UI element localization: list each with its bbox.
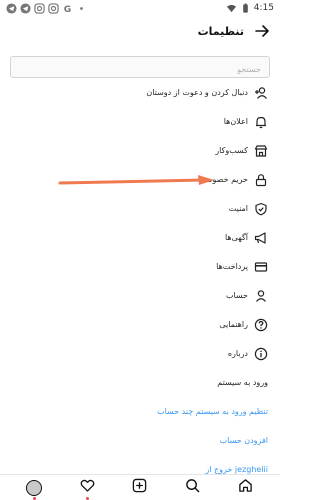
home-tab[interactable] xyxy=(235,477,257,499)
menu-item-label: راهنمایی xyxy=(219,320,248,329)
svg-text:G: G xyxy=(64,4,72,14)
header-bar: تنظیمات xyxy=(0,16,280,46)
notification-dot xyxy=(85,496,89,500)
menu-item-ads[interactable]: آگهی‌ها xyxy=(0,223,280,252)
multi-account-login-link[interactable]: تنظیم ورود به سیستم چند حساب xyxy=(0,397,280,426)
wifi-icon xyxy=(226,3,237,14)
menu-item-label: حساب xyxy=(225,291,248,300)
menu-item-business[interactable]: کسب‌وکار xyxy=(0,136,280,165)
instagram-icon xyxy=(34,2,45,14)
status-notification-icons: G xyxy=(6,2,87,14)
login-section-title: ورود به سیستم xyxy=(0,368,280,397)
search-input[interactable] xyxy=(11,59,269,80)
link-label: خروج از jezghelii xyxy=(205,465,268,474)
activity-tab[interactable] xyxy=(76,477,98,500)
home-icon xyxy=(238,478,253,497)
search-tab[interactable] xyxy=(182,477,204,499)
section-heading: ورود به سیستم xyxy=(217,378,268,387)
settings-menu: دنبال کردن و دعوت از دوستان اعلان‌ها کسب… xyxy=(0,78,280,484)
page-title: تنظیمات xyxy=(197,24,244,38)
heart-icon xyxy=(80,478,95,497)
status-bar: G 4:15 xyxy=(0,0,280,16)
avatar xyxy=(26,479,43,496)
lock-icon xyxy=(254,173,268,187)
bottom-nav xyxy=(0,474,280,500)
menu-item-label: کسب‌وکار xyxy=(215,146,248,155)
menu-item-account[interactable]: حساب xyxy=(0,281,280,310)
menu-item-label: درباره xyxy=(227,349,248,358)
card-icon xyxy=(254,260,268,274)
menu-item-label: پرداخت‌ها xyxy=(216,262,248,271)
shop-icon xyxy=(254,144,268,158)
new-post-tab[interactable] xyxy=(129,477,151,499)
bell-icon xyxy=(254,115,268,129)
menu-item-help[interactable]: راهنمایی xyxy=(0,310,280,339)
menu-item-label: امنیت xyxy=(228,204,248,213)
status-right: 4:15 xyxy=(226,2,274,14)
status-time: 4:15 xyxy=(253,3,274,13)
dot-icon xyxy=(76,3,87,14)
telegram-icon xyxy=(6,2,17,14)
menu-item-about[interactable]: درباره xyxy=(0,339,280,368)
google-icon: G xyxy=(62,3,73,14)
link-label: تنظیم ورود به سیستم چند حساب xyxy=(157,407,268,416)
menu-item-privacy[interactable]: حریم خصوصی xyxy=(0,165,280,194)
add-account-link[interactable]: افزودن حساب xyxy=(0,426,280,455)
menu-item-label: آگهی‌ها xyxy=(224,233,248,242)
battery-icon xyxy=(240,2,251,14)
profile-tab[interactable] xyxy=(23,477,45,500)
menu-item-notifications[interactable]: اعلان‌ها xyxy=(0,107,280,136)
help-icon xyxy=(254,318,268,332)
link-label: افزودن حساب xyxy=(219,436,268,445)
menu-item-label: حریم خصوصی xyxy=(199,175,248,184)
shield-icon xyxy=(254,202,268,216)
info-icon xyxy=(254,347,268,361)
search-icon xyxy=(185,478,200,497)
arrow-right-icon[interactable] xyxy=(254,23,270,39)
menu-item-follow-invite[interactable]: دنبال کردن و دعوت از دوستان xyxy=(0,78,280,107)
person-icon xyxy=(254,289,268,303)
menu-item-label: اعلان‌ها xyxy=(223,117,248,126)
menu-item-payments[interactable]: پرداخت‌ها xyxy=(0,252,280,281)
menu-item-security[interactable]: امنیت xyxy=(0,194,280,223)
instagram-icon xyxy=(48,2,59,14)
search-box xyxy=(10,56,270,80)
notification-dot xyxy=(32,496,36,500)
add-person-icon xyxy=(254,86,268,100)
telegram-icon xyxy=(20,2,31,14)
menu-item-label: دنبال کردن و دعوت از دوستان xyxy=(146,88,248,97)
megaphone-icon xyxy=(254,231,268,245)
plus-square-icon xyxy=(132,478,147,497)
